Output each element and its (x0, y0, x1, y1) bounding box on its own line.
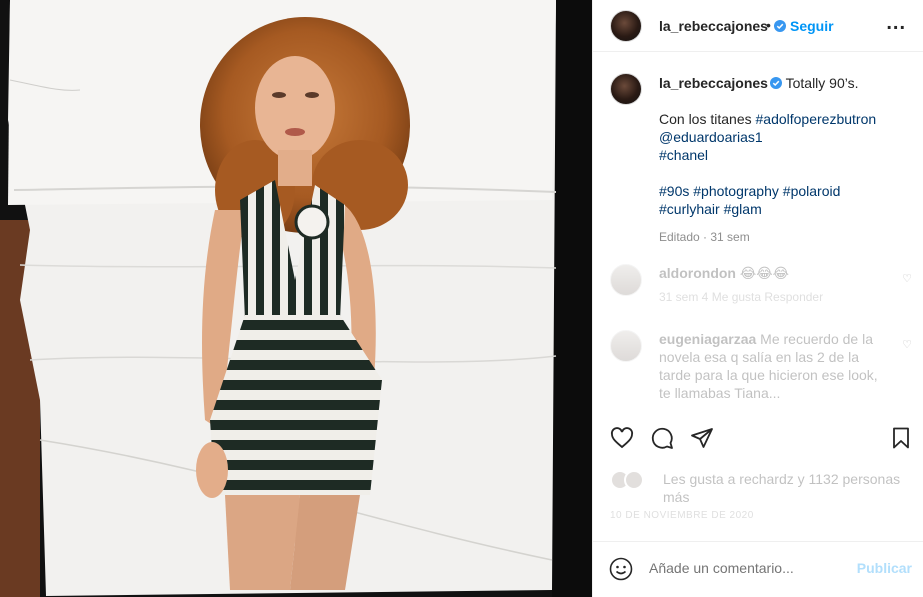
author-avatar[interactable] (610, 10, 642, 42)
smiley-icon[interactable] (609, 557, 633, 581)
comment-input[interactable] (649, 560, 849, 576)
verified-badge-icon (769, 77, 782, 89)
post-header: la_rebeccajones • Seguir ... (593, 0, 923, 52)
caption-meta: Editado · 31 sem (659, 230, 750, 244)
verified-badge-icon (773, 20, 786, 32)
caption-body: la_rebeccajones Totally 90’s. Con los ti… (659, 74, 909, 246)
caption-username[interactable]: la_rebeccajones (659, 75, 768, 91)
add-comment-bar: Publicar (593, 541, 923, 597)
caption-text-second: Con los titanes (659, 111, 752, 127)
hashtag-link[interactable]: #adolfoperezbutron (756, 111, 877, 127)
commenter-avatar[interactable] (610, 264, 642, 296)
separator-dot: • (766, 17, 771, 33)
liker-avatars (610, 470, 650, 490)
commenter-username[interactable]: eugeniagarzaa (659, 331, 756, 347)
hashtag-link[interactable]: #polaroid (783, 183, 841, 199)
heart-icon[interactable] (610, 426, 634, 450)
comment-like-icon[interactable]: ♡ (902, 272, 912, 285)
commenter-avatar[interactable] (610, 330, 642, 362)
author-username-text[interactable]: la_rebeccajones (659, 18, 768, 34)
caption-text-first: Totally 90’s. (785, 75, 859, 91)
post-caption: la_rebeccajones Totally 90’s. Con los ti… (593, 52, 923, 252)
hashtag-link[interactable]: #photography (693, 183, 779, 199)
paper-plane-icon[interactable] (690, 426, 714, 450)
comment-like-icon[interactable]: ♡ (902, 338, 912, 351)
more-options-icon[interactable]: ... (886, 12, 906, 35)
hashtag-link[interactable]: #glam (724, 201, 762, 217)
mention-link[interactable]: @eduardoarias1 (659, 128, 909, 146)
hashtag-link[interactable]: #chanel (659, 146, 909, 164)
comment-text: aldorondon 😂😂😂 31 sem 4 Me gusta Respond… (659, 264, 889, 306)
post-photo[interactable] (0, 0, 592, 597)
hashtag-link[interactable]: #90s (659, 183, 689, 199)
likes-text[interactable]: Les gusta a rechardz y 1132 personas más (663, 470, 908, 506)
follow-button[interactable]: Seguir (790, 18, 834, 34)
post-side-panel: la_rebeccajones • Seguir ... la_rebeccaj… (592, 0, 923, 597)
comment-bubble-icon[interactable] (650, 426, 674, 450)
hashtag-link[interactable]: #curlyhair (659, 201, 720, 217)
publish-button[interactable]: Publicar (857, 560, 912, 576)
comment-body: 😂😂😂 (739, 265, 789, 281)
post-actions (593, 422, 923, 462)
caption-avatar[interactable] (610, 73, 642, 105)
liker-avatar (624, 470, 644, 490)
comment-meta[interactable]: 31 sem 4 Me gusta Responder (659, 288, 889, 306)
commenter-username[interactable]: aldorondon (659, 265, 736, 281)
comment-text: eugeniagarzaa Me recuerdo de la novela e… (659, 330, 889, 406)
bookmark-icon[interactable] (889, 426, 913, 450)
post-date: 10 DE NOVIEMBRE DE 2020 (610, 510, 754, 521)
